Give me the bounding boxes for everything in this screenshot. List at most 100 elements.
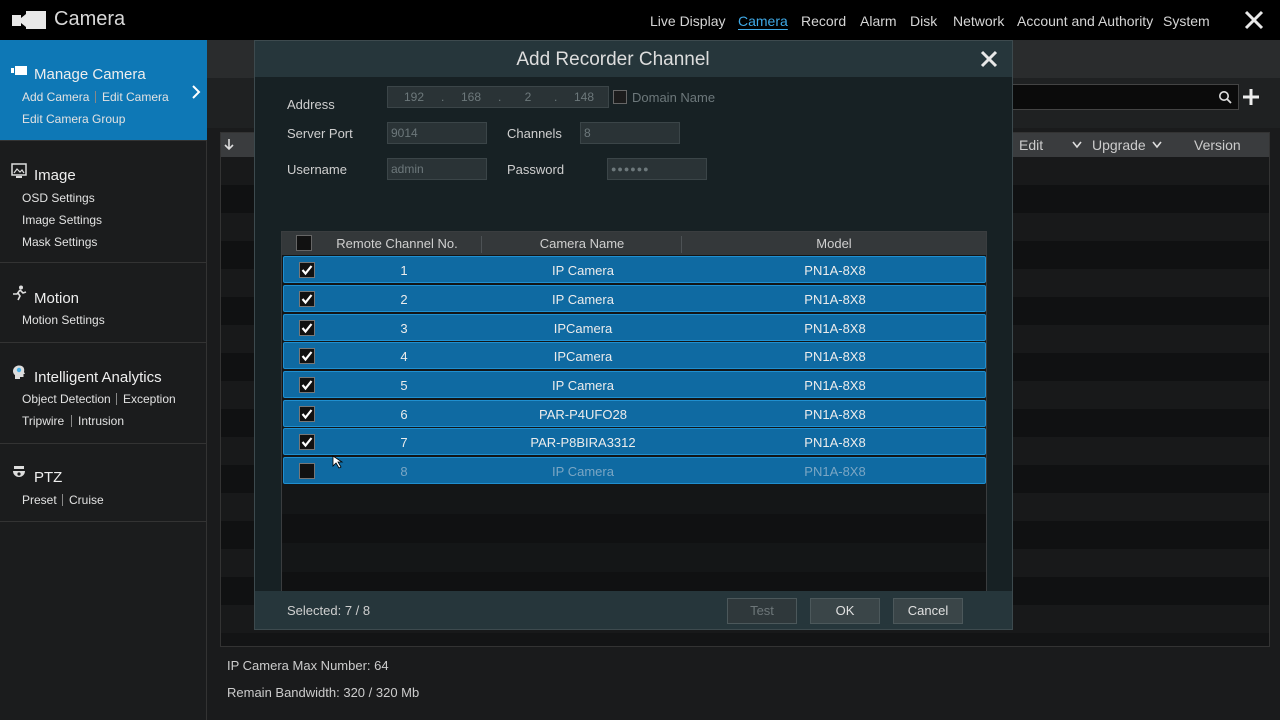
dialog-footer: Selected: 7 / 8 Test OK Cancel <box>255 591 1012 629</box>
add-icon[interactable] <box>1241 87 1261 107</box>
sidebar-title-image: Image <box>34 167 76 184</box>
nav-camera[interactable]: Camera <box>738 13 788 29</box>
channel-row[interactable]: 1 IP Camera PN1A-8X8 <box>283 256 986 283</box>
sidebar-section-motion[interactable]: Motion Motion Settings <box>0 263 207 343</box>
link-divider <box>62 494 63 506</box>
camera-name: IPCamera <box>553 349 613 364</box>
mouse-cursor-icon <box>332 455 344 469</box>
nav-network[interactable]: Network <box>953 13 1004 29</box>
sidebar-link-cruise[interactable]: Cruise <box>69 493 104 507</box>
channel-row[interactable]: 5 IP Camera PN1A-8X8 <box>283 371 986 398</box>
image-icon <box>11 163 27 178</box>
server-port-field[interactable]: 9014 <box>387 122 487 144</box>
sidebar-link-tripwire[interactable]: Tripwire <box>22 414 64 428</box>
channel-number: 8 <box>400 464 408 479</box>
row-checkbox-checked[interactable] <box>299 434 315 450</box>
close-icon[interactable] <box>980 50 998 68</box>
chevron-down-icon[interactable] <box>1072 141 1082 149</box>
column-model: Model <box>816 236 852 251</box>
username-label: Username <box>287 162 347 177</box>
domain-name-checkbox[interactable] <box>613 90 627 104</box>
channel-row[interactable]: 4 IPCamera PN1A-8X8 <box>283 342 986 369</box>
select-all-checkbox[interactable] <box>296 235 312 251</box>
channel-row[interactable]: 7 PAR-P8BIRA3312 PN1A-8X8 <box>283 428 986 455</box>
nav-disk[interactable]: Disk <box>910 13 937 29</box>
sidebar-link-edit-camera-group[interactable]: Edit Camera Group <box>22 112 125 126</box>
sidebar-section-image[interactable]: Image OSD Settings Image Settings Mask S… <box>0 141 207 263</box>
search-icon[interactable] <box>1218 90 1232 104</box>
column-camera-name: Camera Name <box>539 236 625 251</box>
empty-row <box>282 485 986 514</box>
row-checkbox-checked[interactable] <box>299 348 315 364</box>
channel-table-header: Remote Channel No. Camera Name Model <box>282 232 986 255</box>
sidebar-link-intrusion[interactable]: Intrusion <box>78 414 124 428</box>
row-checkbox-unchecked[interactable] <box>299 463 315 479</box>
test-button[interactable]: Test <box>727 598 797 624</box>
camera-name: IP Camera <box>552 464 614 479</box>
sidebar-section-intelligent-analytics[interactable]: Intelligent Analytics Object Detection E… <box>0 343 207 444</box>
camera-name: IP Camera <box>552 263 614 278</box>
username-field[interactable]: admin <box>387 158 487 180</box>
camera-name: PAR-P8BIRA3312 <box>530 435 636 450</box>
channel-row[interactable]: 8 IP Camera PN1A-8X8 <box>283 457 986 484</box>
sidebar-link-osd-settings[interactable]: OSD Settings <box>22 191 95 205</box>
sidebar-link-exception[interactable]: Exception <box>123 392 176 406</box>
sidebar-link-edit-camera[interactable]: Edit Camera <box>102 90 169 104</box>
sidebar-section-manage-camera[interactable]: Manage Camera Add Camera Edit Camera Edi… <box>0 40 207 141</box>
channel-row[interactable]: 3 IPCamera PN1A-8X8 <box>283 314 986 341</box>
row-checkbox-checked[interactable] <box>299 320 315 336</box>
sidebar-section-ptz[interactable]: PTZ Preset Cruise <box>0 444 207 522</box>
ok-button[interactable]: OK <box>810 598 880 624</box>
channels-field[interactable]: 8 <box>580 122 680 144</box>
dialog-header: Add Recorder Channel <box>255 41 1012 77</box>
channel-number: 3 <box>400 321 408 336</box>
sort-arrow-icon[interactable] <box>224 139 234 151</box>
ip-segment-3: 2 <box>524 90 532 104</box>
channel-row[interactable]: 2 IP Camera PN1A-8X8 <box>283 285 986 312</box>
password-label: Password <box>507 162 565 177</box>
row-checkbox-checked[interactable] <box>299 406 315 422</box>
row-checkbox-checked[interactable] <box>299 291 315 307</box>
row-checkbox-checked[interactable] <box>299 377 315 393</box>
address-label: Address <box>287 97 335 112</box>
ip-dot: . <box>441 90 445 104</box>
ip-segment-1: 192 <box>403 90 425 104</box>
link-divider <box>71 415 72 427</box>
nav-live-display[interactable]: Live Display <box>650 13 725 29</box>
sidebar-link-preset[interactable]: Preset <box>22 493 57 507</box>
sidebar-title-manage-camera: Manage Camera <box>34 66 146 83</box>
search-input[interactable] <box>997 84 1239 110</box>
nav-system[interactable]: System <box>1163 13 1210 29</box>
column-upgrade: Upgrade <box>1092 137 1146 153</box>
camera-name: IPCamera <box>553 321 613 336</box>
camera-name: PAR-P4UFO28 <box>539 407 627 422</box>
channel-table: Remote Channel No. Camera Name Model 1 I… <box>281 231 987 614</box>
channel-row[interactable]: 6 PAR-P4UFO28 PN1A-8X8 <box>283 400 986 427</box>
add-recorder-channel-dialog: Add Recorder Channel Address 192 . 168 .… <box>254 40 1013 630</box>
channel-number: 4 <box>400 349 408 364</box>
chevron-down-icon[interactable] <box>1152 141 1162 149</box>
nav-alarm[interactable]: Alarm <box>860 13 897 29</box>
sidebar-link-motion-settings[interactable]: Motion Settings <box>22 313 105 327</box>
cancel-button[interactable]: Cancel <box>893 598 963 624</box>
nav-account-authority[interactable]: Account and Authority <box>1017 13 1153 29</box>
password-field[interactable]: ●●●●●● <box>607 158 707 180</box>
channel-number: 1 <box>400 263 408 278</box>
close-icon[interactable] <box>1243 9 1265 31</box>
ip-address-field[interactable]: 192 . 168 . 2 . 148 <box>387 86 609 108</box>
top-bar: Camera Live Display Camera Record Alarm … <box>0 0 1280 40</box>
ip-dot: . <box>554 90 558 104</box>
channel-number: 5 <box>400 378 408 393</box>
camera-model: PN1A-8X8 <box>804 407 866 422</box>
sidebar-link-object-detection[interactable]: Object Detection <box>22 392 111 406</box>
sidebar-link-add-camera[interactable]: Add Camera <box>22 90 89 104</box>
sidebar-link-image-settings[interactable]: Image Settings <box>22 213 102 227</box>
server-port-label: Server Port <box>287 126 353 141</box>
empty-row <box>282 514 986 543</box>
nav-record[interactable]: Record <box>801 13 846 29</box>
column-remote-channel-no: Remote Channel No. <box>336 236 458 251</box>
row-checkbox-checked[interactable] <box>299 262 315 278</box>
camera-model: PN1A-8X8 <box>804 435 866 450</box>
sidebar-link-mask-settings[interactable]: Mask Settings <box>22 235 97 249</box>
link-divider <box>95 91 96 103</box>
